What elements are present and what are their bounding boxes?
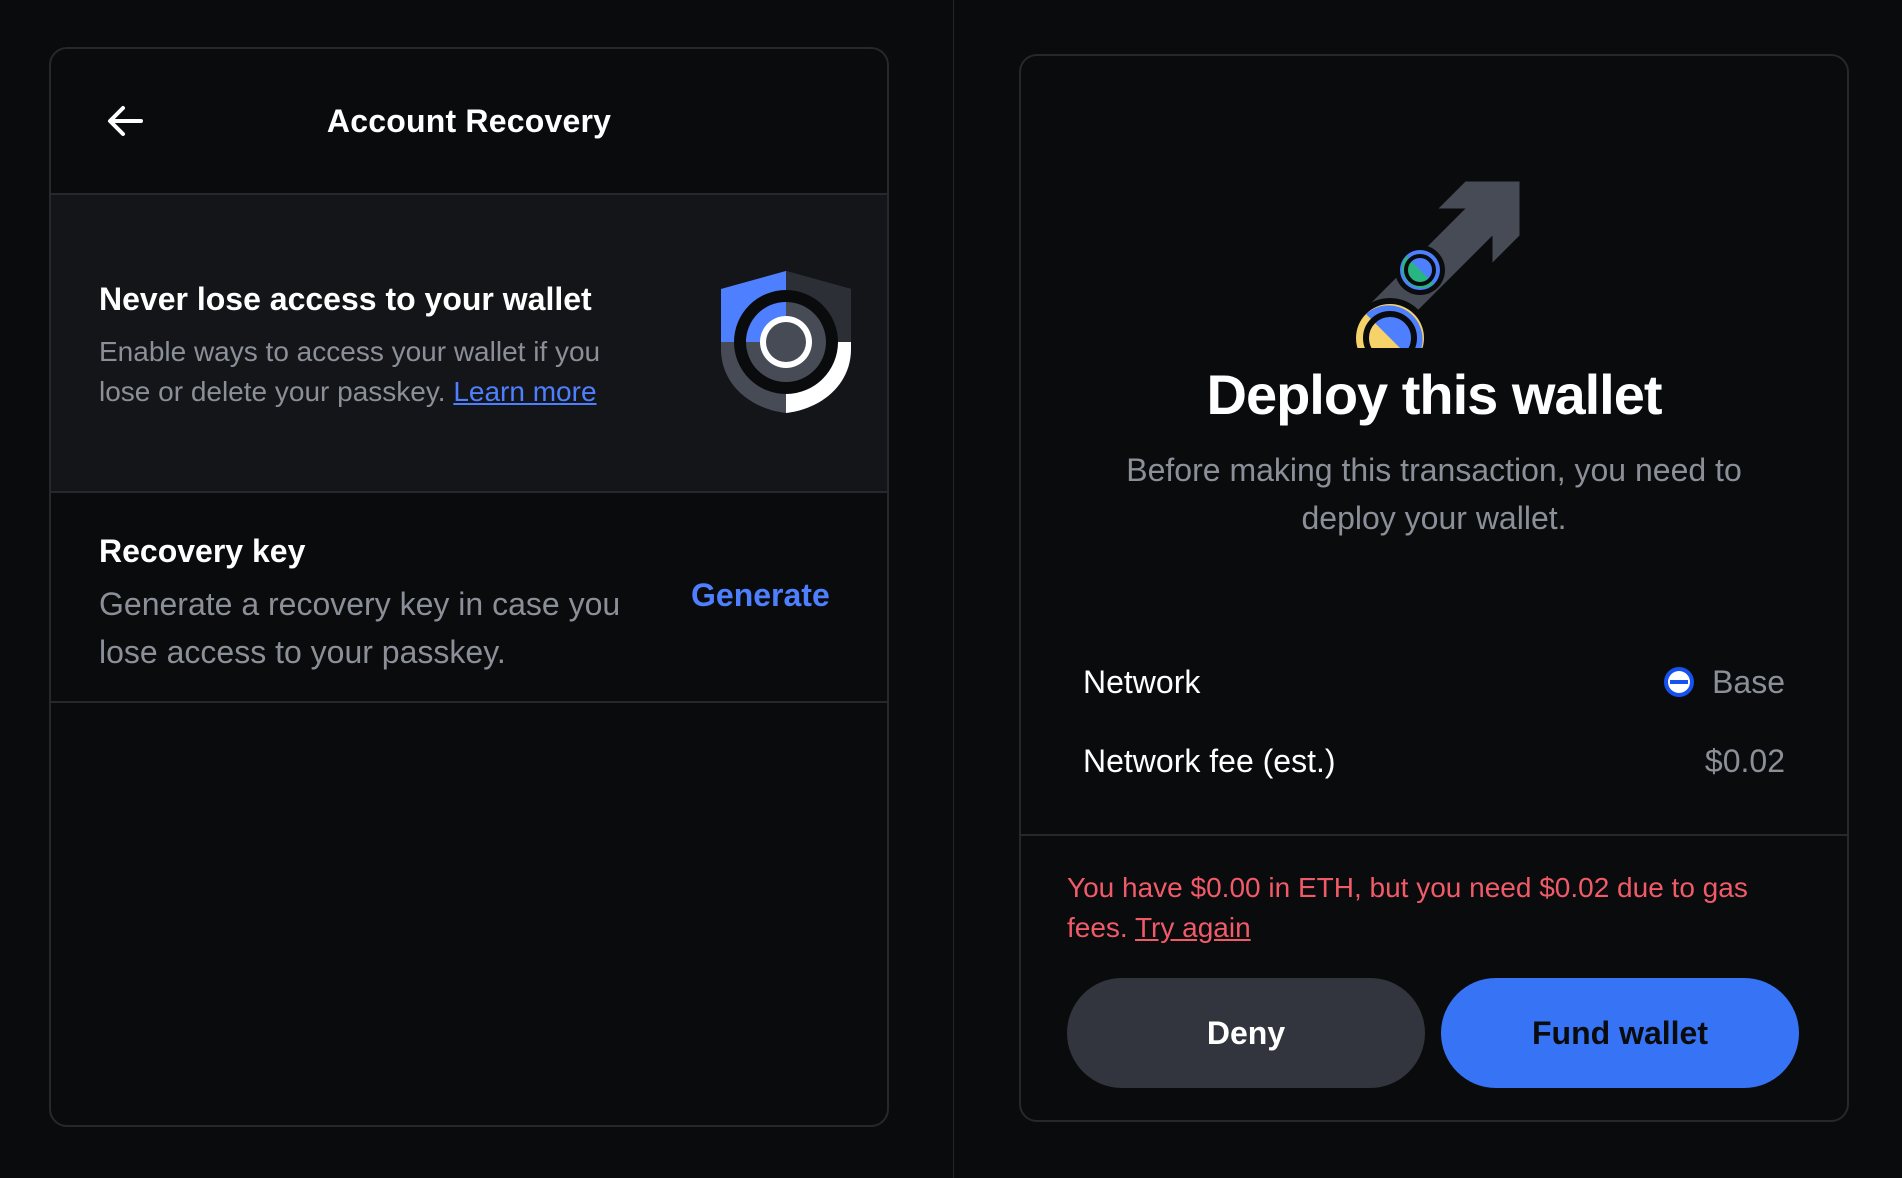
deploy-arrow-illustration (1350, 181, 1520, 348)
arrow-left-icon (108, 106, 143, 136)
network-row: Network Base (1083, 658, 1785, 706)
back-button[interactable] (101, 97, 149, 145)
base-network-icon (1664, 667, 1695, 697)
insufficient-funds-error: You have $0.00 in ETH, but you need $0.0… (1067, 868, 1787, 948)
learn-more-link[interactable]: Learn more (453, 376, 596, 407)
recovery-hero-card: Never lose access to your wallet Enable … (51, 195, 887, 493)
try-again-link[interactable]: Try again (1135, 912, 1251, 943)
network-fee-label: Network fee (est.) (1083, 742, 1336, 779)
network-value-text: Base (1712, 663, 1785, 700)
recovery-key-row: Recovery key Generate a recovery key in … (51, 493, 887, 703)
panel-divider (953, 0, 954, 1178)
section-divider (1021, 834, 1847, 836)
account-recovery-panel: Account Recovery Never lose access to yo… (49, 47, 889, 1127)
generate-button[interactable]: Generate (691, 577, 830, 614)
hero-title: Never lose access to your wallet (99, 281, 592, 317)
deny-button[interactable]: Deny (1067, 978, 1425, 1088)
recovery-key-title: Recovery key (99, 533, 306, 569)
fund-wallet-button[interactable]: Fund wallet (1441, 978, 1799, 1088)
network-fee-value: $0.02 (1704, 742, 1785, 779)
shield-icon (721, 271, 851, 413)
network-fee-row: Network fee (est.) $0.02 (1083, 737, 1785, 785)
deploy-wallet-panel: Deploy this wallet Before making this tr… (1019, 54, 1849, 1122)
recovery-key-text: Recovery key Generate a recovery key in … (99, 533, 659, 676)
page-title: Account Recovery (326, 102, 612, 139)
hero-description: Enable ways to access your wallet if you… (99, 332, 659, 412)
hero-text: Never lose access to your wallet Enable … (99, 281, 659, 412)
deploy-title: Deploy this wallet (1206, 363, 1663, 426)
network-label: Network (1083, 663, 1201, 700)
network-value: Base (1664, 664, 1785, 701)
recovery-key-description: Generate a recovery key in case you lose… (99, 586, 621, 670)
deploy-description: Before making this transaction, you need… (1126, 452, 1742, 536)
panel-header: Account Recovery (51, 49, 887, 195)
